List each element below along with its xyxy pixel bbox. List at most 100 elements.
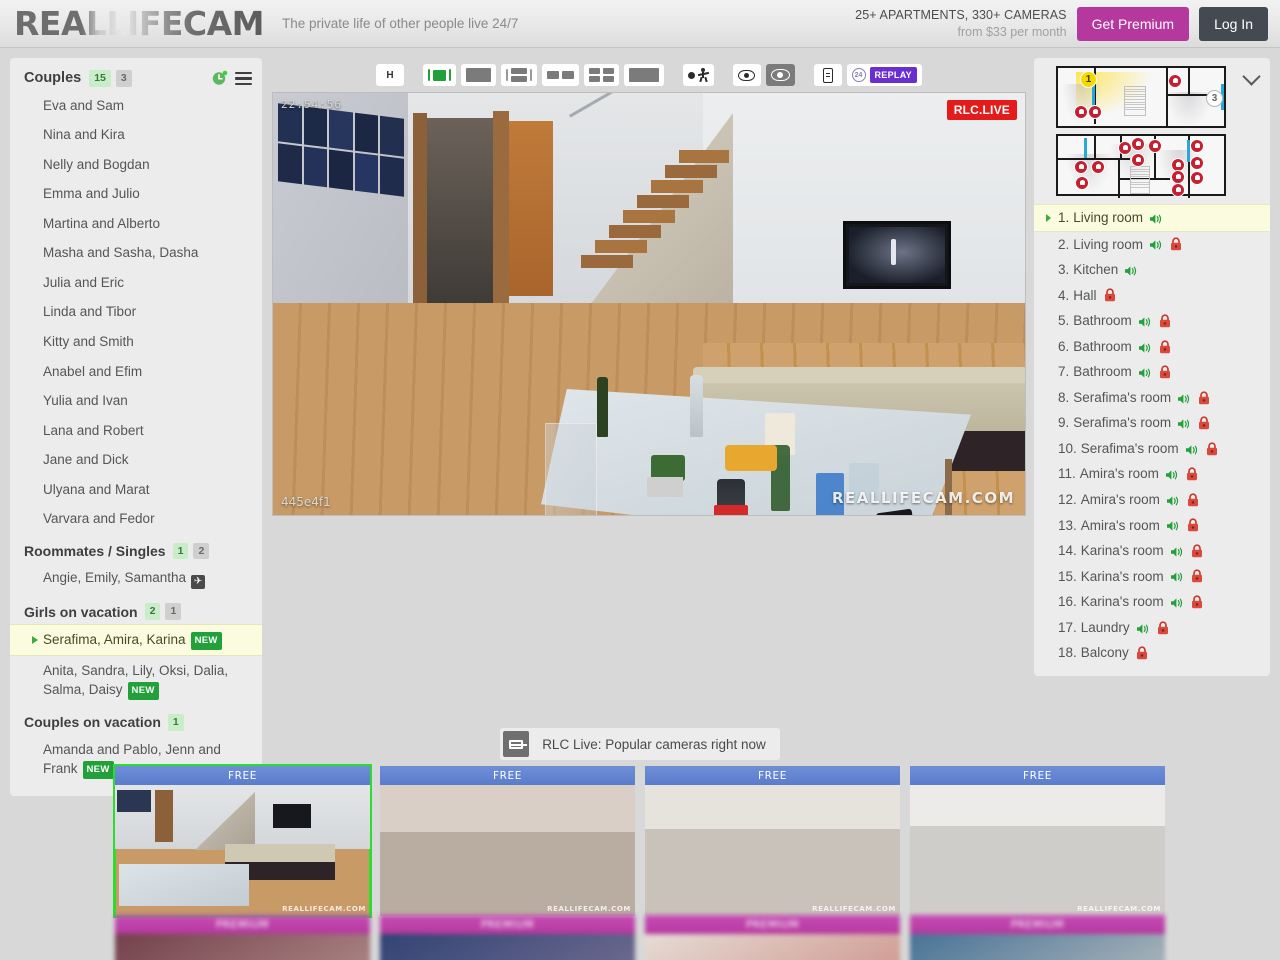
sidebar-item[interactable]: Jane and Dick [10,445,262,475]
speaker-icon[interactable] [1166,494,1180,506]
camera-list-item[interactable]: 10. Serafima's room [1034,436,1270,462]
popular-thumb[interactable]: PREMIUM [645,915,900,960]
camera-list-item[interactable]: 13. Amira's room [1034,513,1270,539]
sidebar-item[interactable]: Masha and Sasha, Dasha [10,238,262,268]
lock-icon[interactable] [1190,139,1204,153]
eye-hidden-button[interactable] [765,64,795,86]
lock-icon[interactable] [1074,105,1088,119]
sidebar-item[interactable]: Eva and Sam [10,91,262,121]
camera-list-item[interactable]: 4. Hall [1034,283,1270,309]
lock-icon[interactable] [1191,544,1203,558]
camera-list-item[interactable]: 7. Bathroom [1034,359,1270,385]
sidebar-item[interactable]: Lana and Robert [10,416,262,446]
site-logo[interactable]: REALLIFECAM [14,7,265,40]
lock-icon[interactable] [1171,170,1185,184]
floorplan-level-1[interactable]: 1 3 [1056,66,1226,128]
lock-icon[interactable] [1191,595,1203,609]
floorplan-active-marker[interactable]: 1 [1080,71,1097,88]
camera-list-item[interactable]: 14. Karina's room [1034,538,1270,564]
lock-icon[interactable] [1187,493,1199,507]
lock-icon[interactable] [1157,620,1169,635]
lock-icon[interactable] [1190,171,1204,185]
camera-list-item[interactable]: 11. Amira's room [1034,461,1270,487]
speaker-icon[interactable] [1170,545,1184,557]
camera-list-item[interactable]: 1. Living room [1034,204,1270,232]
layout-quad-button[interactable] [584,64,619,86]
lock-icon[interactable] [1131,153,1145,167]
sidebar-item[interactable]: Julia and Eric [10,268,262,298]
speaker-icon[interactable] [1177,392,1191,404]
sidebar-item[interactable]: Ulyana and Marat [10,475,262,505]
sidebar-item[interactable]: Kitty and Smith [10,327,262,357]
lock-icon[interactable] [1198,416,1210,430]
camera-list-item[interactable]: 18. Balcony [1034,640,1270,666]
sidebar-item[interactable]: Nelly and Bogdan [10,150,262,180]
speaker-icon[interactable] [1165,468,1179,480]
sidebar-item[interactable]: Angie, Emily, Samantha ✈ [10,563,262,594]
sidebar-item[interactable]: Anabel and Efim [10,357,262,387]
popular-thumb[interactable]: FREE REALLIFECAM.COM [645,766,900,916]
camera-list-item[interactable]: 9. Serafima's room [1034,410,1270,436]
popular-thumb[interactable]: FREE REALLIFECAM.COM [910,766,1165,916]
camera-list-item[interactable]: 2. Living room [1034,232,1270,258]
lock-icon[interactable] [1131,137,1145,151]
popular-thumb[interactable]: PREMIUM [380,915,635,960]
layout-wide-button[interactable] [623,64,664,86]
sidebar-item[interactable]: Varvara and Fedor [10,504,262,534]
lock-icon[interactable] [1187,518,1199,532]
lock-icon[interactable] [1198,391,1210,405]
lock-icon[interactable] [1159,339,1171,354]
camera-list-item[interactable]: 3. Kitchen [1034,257,1270,283]
speaker-icon[interactable] [1166,519,1180,531]
motion-detect-button[interactable] [682,64,714,86]
speaker-icon[interactable] [1138,341,1152,353]
lock-icon[interactable] [1168,74,1182,88]
speaker-icon[interactable] [1138,315,1152,327]
speaker-icon[interactable] [1138,366,1152,378]
hamburger-menu-icon[interactable] [235,71,252,85]
lock-icon[interactable] [1206,442,1218,456]
speaker-icon[interactable] [1177,417,1191,429]
sidebar-item[interactable]: Serafima, Amira, Karina NEW [10,623,262,656]
lock-icon[interactable] [1191,569,1203,583]
camera-list-item[interactable]: 17. Laundry [1034,615,1270,641]
camera-list-item[interactable]: 5. Bathroom [1034,308,1270,334]
sidebar-item[interactable]: Martina and Alberto [10,209,262,239]
lock-icon[interactable] [1091,160,1105,174]
floorplan-level-2[interactable] [1056,134,1226,198]
sidebar-item[interactable]: Emma and Julio [10,179,262,209]
lock-icon[interactable] [1159,314,1171,328]
speaker-icon[interactable] [1149,238,1163,250]
lock-icon[interactable] [1136,646,1148,660]
sidebar-item[interactable]: Linda and Tibor [10,297,262,327]
layout-two-button[interactable] [542,64,579,86]
popular-thumb[interactable]: PREMIUM [115,915,370,960]
video-player[interactable]: 22:54:56 RLC.LIVE 445e4f1 REALLIFECAM.CO… [272,92,1026,516]
speaker-icon[interactable] [1170,570,1184,583]
lock-icon[interactable] [1171,183,1185,197]
popular-thumb[interactable]: PREMIUM [910,915,1165,960]
camera-list-item[interactable]: 6. Bathroom [1034,334,1270,360]
get-premium-button[interactable]: Get Premium [1076,6,1190,41]
lock-icon[interactable] [1190,156,1204,170]
lock-icon[interactable] [1118,141,1132,155]
camera-list-item[interactable]: 15. Karina's room [1034,564,1270,590]
popular-thumb[interactable]: FREE REALLIFECAM.COM [380,766,635,916]
layout-one-plus-two-button[interactable] [501,64,537,86]
lock-icon[interactable] [1074,160,1088,174]
speaker-icon[interactable] [1124,264,1138,276]
camera-list-item[interactable]: 12. Amira's room [1034,487,1270,513]
camera-list-item[interactable]: 16. Karina's room [1034,589,1270,615]
popular-thumb[interactable]: FREE REALLIFECAM.COM [113,764,372,918]
speaker-icon[interactable] [1149,212,1163,224]
floorplan-marker-3[interactable]: 3 [1206,90,1223,107]
speaker-icon[interactable] [1170,596,1184,608]
clock-icon[interactable] [212,70,228,86]
lock-icon[interactable] [1159,365,1171,379]
layout-single-highlight-button[interactable] [423,64,456,86]
lock-icon[interactable] [1148,139,1162,153]
sidebar-item[interactable]: Nina and Kira [10,120,262,150]
lock-icon[interactable] [1075,176,1089,190]
replay-button[interactable]: 24 REPLAY [846,64,922,86]
speaker-icon[interactable] [1185,443,1199,455]
